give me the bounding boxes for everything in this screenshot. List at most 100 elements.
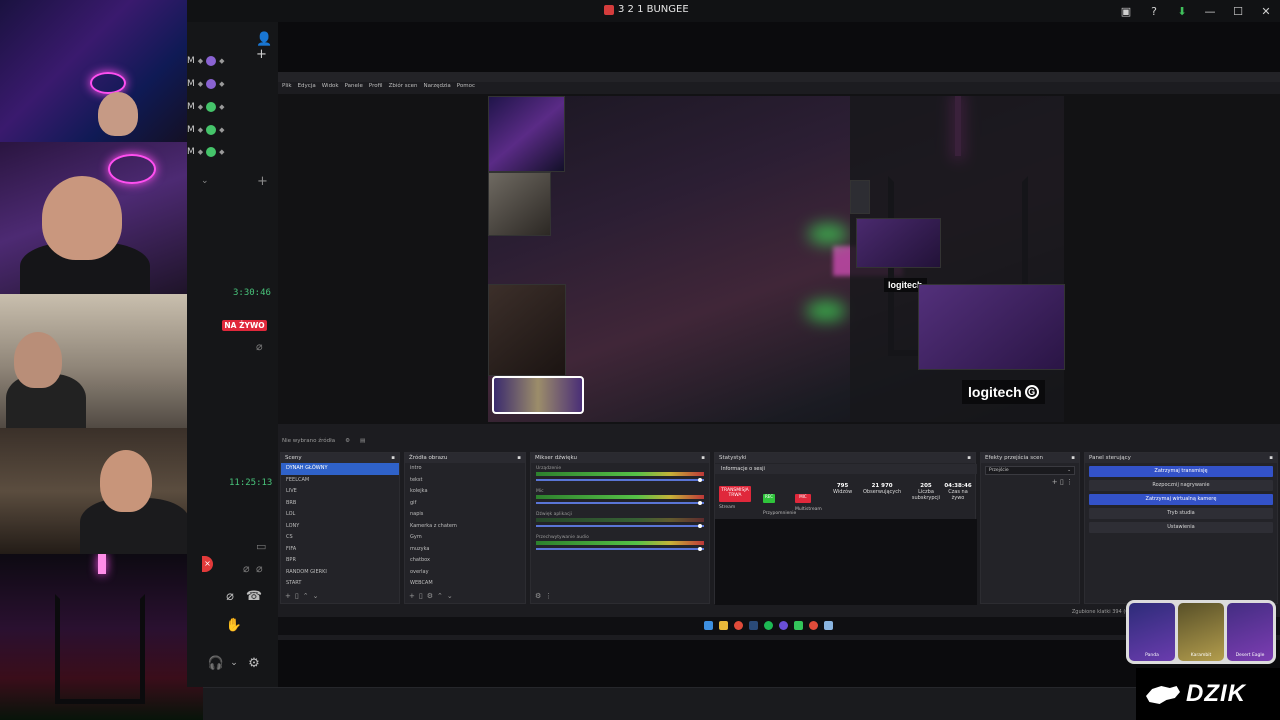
menu-item-profile[interactable]: Profil	[369, 83, 383, 89]
chevron-down-icon[interactable]: ⌄	[201, 176, 209, 186]
scene-item[interactable]: DYNAH GŁÓWNY	[281, 463, 399, 475]
scene-item[interactable]: LOL	[281, 509, 399, 521]
volume-knob[interactable]	[698, 524, 702, 528]
delete-icon[interactable]: ▯	[419, 592, 423, 600]
arrow-down-icon[interactable]: ⌄	[313, 592, 319, 600]
dock-close-icon[interactable]: ▪	[701, 455, 705, 461]
add-icon[interactable]: +	[409, 592, 415, 600]
participant-video-2[interactable]	[0, 142, 197, 294]
help-icon[interactable]: ?	[1140, 0, 1168, 22]
scene-item[interactable]: START	[281, 578, 399, 590]
scene-item[interactable]: BRB	[281, 498, 399, 510]
source-item[interactable]: Kamerka z chatem	[405, 521, 525, 533]
chevron-down-icon[interactable]: ⌄	[224, 653, 244, 673]
volume-knob[interactable]	[698, 501, 702, 505]
mute-mic-icon[interactable]: ⌀	[220, 586, 240, 606]
steam-icon[interactable]	[749, 621, 758, 630]
mixer-channel[interactable]: Przechwytywanie audio	[536, 535, 704, 555]
menu-item-tools[interactable]: Narzędzia	[423, 83, 450, 89]
mixer-channel[interactable]: Urządzenie	[536, 466, 704, 486]
menu-item-edit[interactable]: Edycja	[298, 83, 316, 89]
dock-close-icon[interactable]: ▪	[517, 455, 521, 461]
start-recording-button[interactable]: Rozpocznij nagrywanie	[1089, 480, 1273, 491]
source-item[interactable]: intro	[405, 463, 525, 475]
plus-icon[interactable]: +	[257, 174, 268, 189]
voice-user-4[interactable]: M ◆ ◆	[187, 125, 225, 135]
volume-knob[interactable]	[698, 478, 702, 482]
discord-icon[interactable]	[779, 621, 788, 630]
volume-slider[interactable]	[536, 548, 704, 550]
arrow-down-icon[interactable]: ⌄	[447, 592, 453, 600]
source-item[interactable]: overlay	[405, 567, 525, 579]
stop-virtual-camera-button[interactable]: Zatrzymaj wirtualną kamerę	[1089, 494, 1273, 505]
participant-video-4[interactable]	[0, 428, 195, 554]
source-item[interactable]: gif	[405, 498, 525, 510]
source-item[interactable]: Gym	[405, 532, 525, 544]
scene-item[interactable]: LONY	[281, 521, 399, 533]
menu-item-file[interactable]: Plik	[282, 83, 292, 89]
minimize-icon[interactable]: —	[1196, 0, 1224, 22]
source-item[interactable]: kolejka	[405, 486, 525, 498]
obs-icon[interactable]	[809, 621, 818, 630]
disconnect-call-icon[interactable]: ☎	[244, 586, 264, 606]
delete-icon[interactable]: ▯	[295, 592, 299, 600]
spotify-icon[interactable]	[764, 621, 773, 630]
scene-item[interactable]: LIVE	[281, 486, 399, 498]
dock-close-icon[interactable]: ▪	[391, 455, 395, 461]
voice-user-2[interactable]: M ◆ ◆	[187, 79, 225, 89]
volume-slider[interactable]	[536, 479, 704, 481]
add-icon[interactable]: +	[1052, 478, 1058, 486]
download-icon[interactable]: ⬇	[1168, 0, 1196, 22]
dock-close-icon[interactable]: ▪	[967, 455, 971, 461]
app-icon[interactable]	[794, 621, 803, 630]
gear-icon[interactable]: ⚙	[427, 592, 433, 600]
transition-select[interactable]: Przejście ⌄	[985, 466, 1075, 475]
participant-video-1[interactable]	[0, 0, 187, 142]
maximize-icon[interactable]: ☐	[1224, 0, 1252, 22]
studio-mode-button[interactable]: Tryb studia	[1089, 508, 1273, 519]
mixer-channel[interactable]: Dźwięk aplikacji	[536, 512, 704, 532]
source-item[interactable]: napis	[405, 509, 525, 521]
settings-button[interactable]: Ustawienia	[1089, 522, 1273, 533]
arrow-up-icon[interactable]: ⌃	[437, 592, 443, 600]
delete-icon[interactable]: ▯	[1060, 478, 1064, 486]
scene-item[interactable]: BPR	[281, 555, 399, 567]
menu-item-help[interactable]: Pomoc	[457, 83, 475, 89]
chrome-icon[interactable]	[734, 621, 743, 630]
headphones-icon[interactable]: 🎧	[206, 653, 226, 673]
scene-item[interactable]: CS	[281, 532, 399, 544]
source-item[interactable]: tekst	[405, 475, 525, 487]
participant-video-5[interactable]	[0, 554, 203, 720]
windows-start-icon[interactable]	[704, 621, 713, 630]
scene-item[interactable]: FIFA	[281, 544, 399, 556]
app-icon[interactable]	[824, 621, 833, 630]
voice-user-5[interactable]: M ◆ ◆	[187, 147, 225, 157]
properties-icon[interactable]: ⚙	[345, 438, 350, 444]
scene-item[interactable]: RANDOM GIERKI	[281, 567, 399, 579]
filters-icon[interactable]: ▤	[360, 438, 365, 444]
add-icon[interactable]: +	[285, 592, 291, 600]
menu-item-view[interactable]: Widok	[322, 83, 339, 89]
close-icon[interactable]: ✕	[1252, 0, 1280, 22]
volume-knob[interactable]	[698, 547, 702, 551]
voice-user-1[interactable]: M ◆ ◆	[187, 56, 225, 66]
dock-close-icon[interactable]: ▪	[1071, 455, 1075, 461]
volume-slider[interactable]	[536, 525, 704, 527]
participant-video-3[interactable]	[0, 294, 187, 428]
volume-slider[interactable]	[536, 502, 704, 504]
screen-share-icon[interactable]: ▣	[1112, 0, 1140, 22]
soundboard-icon[interactable]: ✋	[224, 615, 244, 635]
gear-icon[interactable]: ⚙	[535, 592, 541, 600]
more-icon[interactable]: ⋮	[545, 592, 552, 600]
arrow-up-icon[interactable]: ⌃	[303, 592, 309, 600]
stop-streaming-button[interactable]: Zatrzymaj transmisję	[1089, 466, 1273, 477]
dock-close-icon[interactable]: ▪	[1269, 455, 1273, 461]
scene-item[interactable]: FEELCAM	[281, 475, 399, 487]
gear-icon[interactable]: ⚙	[244, 653, 264, 673]
menu-item-docks[interactable]: Panele	[345, 83, 363, 89]
file-explorer-icon[interactable]	[719, 621, 728, 630]
source-item[interactable]: WEBCAM	[405, 578, 525, 590]
source-item[interactable]: muzyka	[405, 544, 525, 556]
source-item[interactable]: chatbox	[405, 555, 525, 567]
add-user-icon[interactable]: 👤+	[256, 32, 278, 62]
